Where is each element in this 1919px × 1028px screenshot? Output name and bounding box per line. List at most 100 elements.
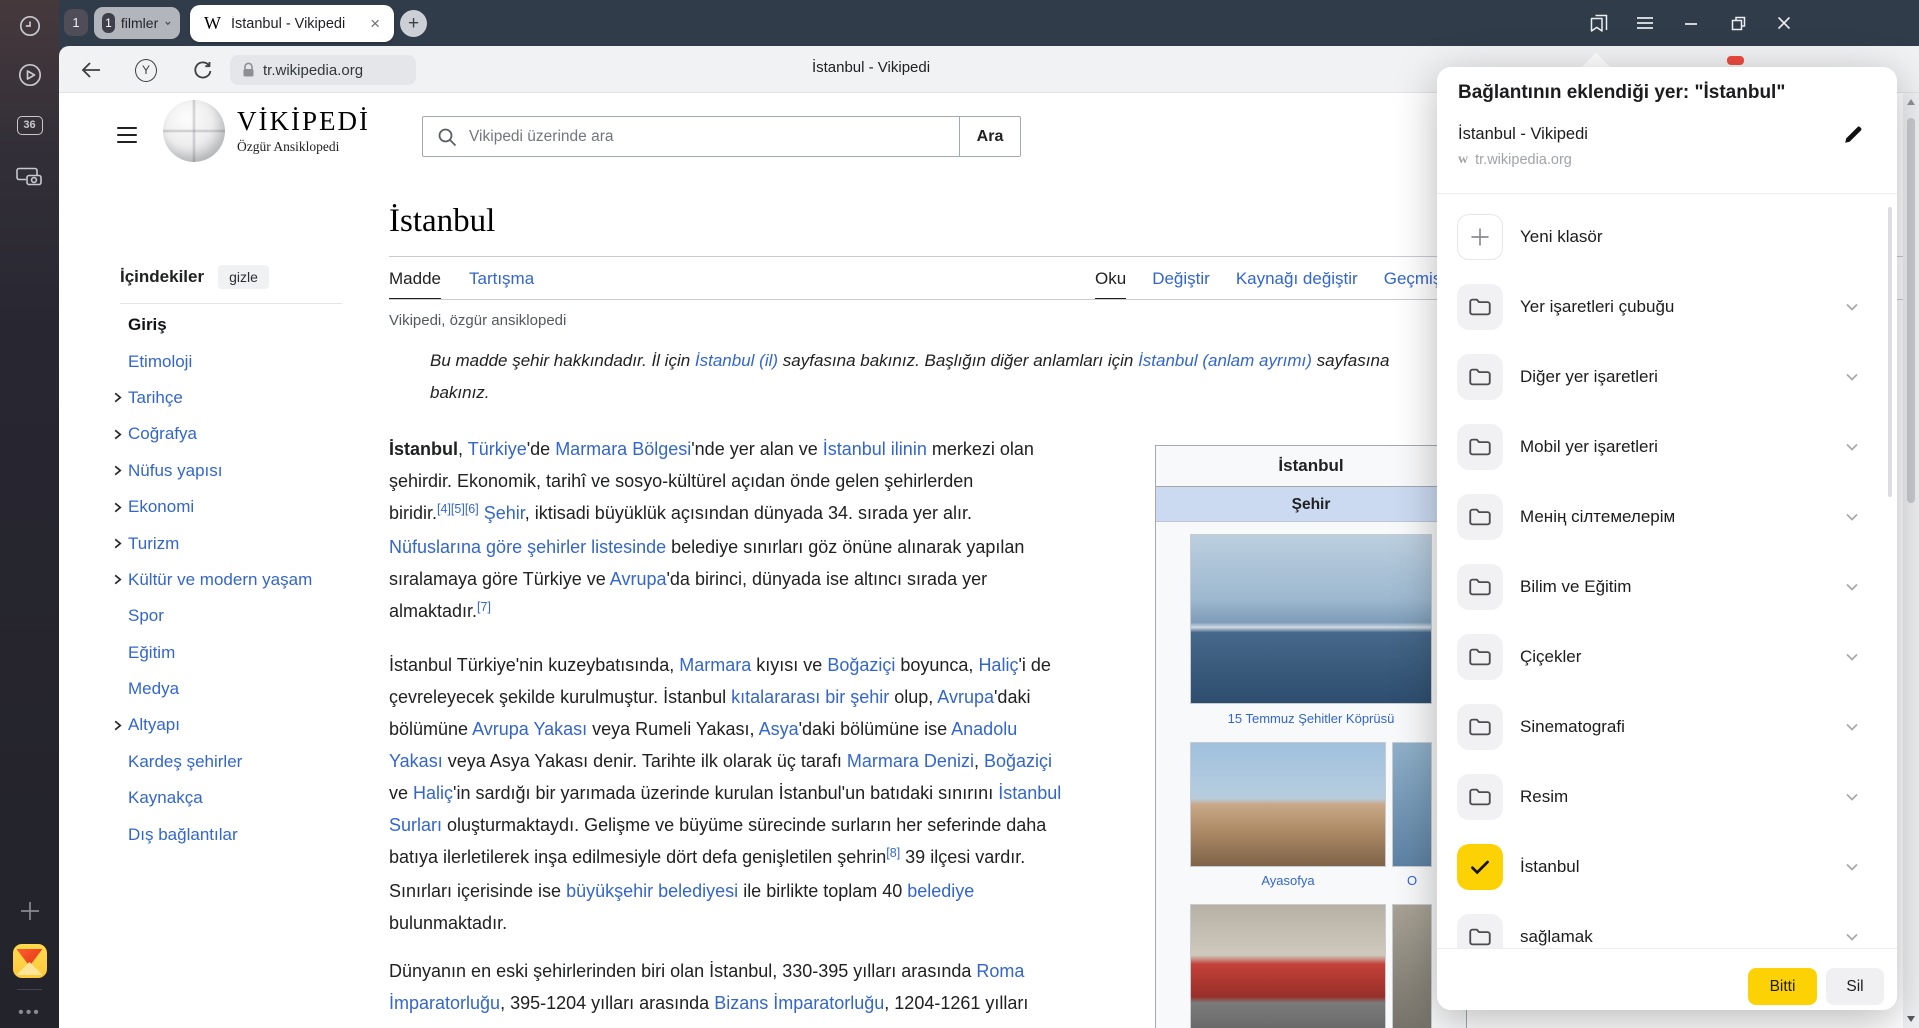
chevron-down-icon[interactable]	[1843, 438, 1861, 456]
bookmark-folder-row[interactable]: sağlamak	[1437, 902, 1897, 948]
wikipedia-wordmark[interactable]: VİKİPEDİ Özgür Ansiklopedi	[237, 106, 370, 155]
chevron-down-icon[interactable]	[1843, 578, 1861, 596]
close-button[interactable]	[1773, 12, 1795, 34]
video-player-icon[interactable]	[0, 58, 59, 92]
ayasofya-caption[interactable]: Ayasofya	[1190, 873, 1386, 888]
toc-item-label[interactable]: Medya	[128, 679, 179, 699]
chevron-down-icon[interactable]	[1843, 718, 1861, 736]
wiki-search-input[interactable]	[467, 127, 959, 147]
toc-item-label[interactable]: Spor	[128, 606, 164, 626]
sidebar-add-icon[interactable]	[0, 894, 59, 928]
article-tab[interactable]: Değiştir	[1152, 269, 1210, 300]
toc-item[interactable]: Altyapı	[106, 707, 366, 743]
toc-item-label[interactable]: Altyapı	[128, 715, 180, 735]
done-button[interactable]: Bitti	[1748, 968, 1817, 1005]
toc-item-label[interactable]: Kaynakça	[128, 788, 203, 808]
chevron-right-icon[interactable]	[106, 537, 128, 550]
right-caption[interactable]: O	[1392, 873, 1432, 888]
toc-item[interactable]: Medya	[106, 671, 366, 707]
toc-item[interactable]: Kaynakça	[106, 780, 366, 816]
screenshot-icon[interactable]	[0, 158, 59, 192]
bookmark-folder-row[interactable]: Bilim ve Eğitim	[1437, 552, 1897, 622]
toc-item[interactable]: Nüfus yapısı	[106, 453, 366, 489]
history-icon[interactable]	[0, 9, 59, 43]
tram-photo[interactable]	[1190, 904, 1386, 1028]
mosque-photo[interactable]	[1392, 742, 1432, 867]
chevron-right-icon[interactable]	[106, 719, 128, 732]
toc-item-label[interactable]: Eğitim	[128, 643, 175, 663]
toc-item[interactable]: Kültür ve modern yaşam	[106, 562, 366, 598]
toc-item-label[interactable]: Tarihçe	[128, 388, 183, 408]
reload-icon[interactable]	[191, 59, 213, 81]
active-tab[interactable]: W İstanbul - Vikipedi ×	[190, 5, 394, 42]
chevron-down-icon[interactable]	[1843, 928, 1861, 946]
bookmark-folder-row[interactable]: Менің сілтемелерім	[1437, 482, 1897, 552]
toc-item[interactable]: Dış bağlantılar	[106, 816, 366, 852]
bookmark-folder-row[interactable]: Yer işaretleri çubuğu	[1437, 272, 1897, 342]
toc-item[interactable]: Eğitim	[106, 635, 366, 671]
toc-item-label[interactable]: Dış bağlantılar	[128, 825, 238, 845]
bookmark-folder-row[interactable]: Sinematografi	[1437, 692, 1897, 762]
tab-counter-icon[interactable]: 36	[0, 108, 59, 142]
tab-group-pill[interactable]: 1 filmler	[94, 7, 180, 39]
article-tab[interactable]: Tartışma	[469, 269, 534, 300]
wiki-search-box[interactable]	[422, 116, 960, 157]
toc-item-label[interactable]: Coğrafya	[128, 424, 197, 444]
toc-item[interactable]: Ekonomi	[106, 489, 366, 525]
new-folder-row[interactable]: Yeni klasör	[1437, 202, 1897, 272]
wiki-hamburger-icon[interactable]	[117, 127, 137, 143]
chevron-right-icon[interactable]	[106, 501, 128, 514]
chevron-right-icon[interactable]	[106, 464, 128, 477]
bridge-caption[interactable]: 15 Temmuz Şehitler Köprüsü	[1190, 711, 1432, 726]
wikipedia-globe-logo[interactable]	[163, 100, 225, 162]
article-tab[interactable]: Geçmişi	[1384, 269, 1445, 300]
article-tab[interactable]: Oku	[1095, 269, 1126, 300]
chevron-down-icon[interactable]	[1843, 368, 1861, 386]
chevron-right-icon[interactable]	[106, 573, 128, 586]
yandex-mail-icon[interactable]	[0, 944, 59, 978]
tab-close-icon[interactable]: ×	[366, 14, 384, 34]
toc-item-label[interactable]: Turizm	[128, 534, 179, 554]
bookmark-folder-row[interactable]: Resim	[1437, 762, 1897, 832]
toc-item-label[interactable]: Etimoloji	[128, 352, 192, 372]
chevron-right-icon[interactable]	[106, 391, 128, 404]
toc-hide-button[interactable]: gizle	[218, 265, 269, 289]
popup-scrollbar-thumb[interactable]	[1888, 207, 1892, 497]
chevron-down-icon[interactable]	[1843, 298, 1861, 316]
chevron-down-icon[interactable]	[1843, 508, 1861, 526]
ayasofya-photo[interactable]	[1190, 742, 1386, 867]
bookmarks-panel-icon[interactable]	[1588, 12, 1610, 34]
bookmark-folder-row[interactable]: Mobil yer işaretleri	[1437, 412, 1897, 482]
page-scrollbar[interactable]	[1903, 93, 1919, 1028]
toc-item-label[interactable]: Giriş	[128, 315, 167, 335]
bridge-photo[interactable]	[1190, 534, 1432, 704]
sidebar-more-icon[interactable]: •••	[0, 996, 59, 1028]
bookmark-folder-row[interactable]: Çiçekler	[1437, 622, 1897, 692]
back-icon[interactable]	[80, 59, 102, 81]
street-photo[interactable]	[1392, 904, 1432, 1028]
scrollbar-thumb[interactable]	[1907, 118, 1915, 503]
toc-item-label[interactable]: Kültür ve modern yaşam	[128, 570, 312, 590]
scroll-down-arrow[interactable]	[1907, 1016, 1915, 1022]
toc-item[interactable]: Tarihçe	[106, 380, 366, 416]
menu-icon[interactable]	[1634, 12, 1656, 34]
yandex-services-icon[interactable]: Y	[135, 59, 157, 81]
domain-pill[interactable]: tr.wikipedia.org	[230, 55, 416, 85]
toc-item[interactable]: Etimoloji	[106, 343, 366, 379]
bookmark-folder-row[interactable]: İstanbul	[1437, 832, 1897, 902]
toc-item[interactable]: Coğrafya	[106, 416, 366, 452]
wiki-search-button[interactable]: Ara	[959, 116, 1021, 157]
scroll-up-arrow[interactable]	[1907, 99, 1915, 105]
chevron-down-icon[interactable]	[1843, 858, 1861, 876]
toc-item[interactable]: Spor	[106, 598, 366, 634]
chevron-down-icon[interactable]	[1843, 788, 1861, 806]
chevron-right-icon[interactable]	[106, 428, 128, 441]
bookmark-folder-row[interactable]: Diğer yer işaretleri	[1437, 342, 1897, 412]
tab-group-chip[interactable]: 1	[64, 9, 88, 36]
delete-button[interactable]: Sil	[1826, 968, 1884, 1005]
chevron-down-icon[interactable]	[1843, 648, 1861, 666]
restore-button[interactable]	[1727, 12, 1749, 34]
minimize-button[interactable]	[1680, 12, 1702, 34]
toc-item-label[interactable]: Ekonomi	[128, 497, 194, 517]
toc-item-label[interactable]: Kardeş şehirler	[128, 752, 242, 772]
